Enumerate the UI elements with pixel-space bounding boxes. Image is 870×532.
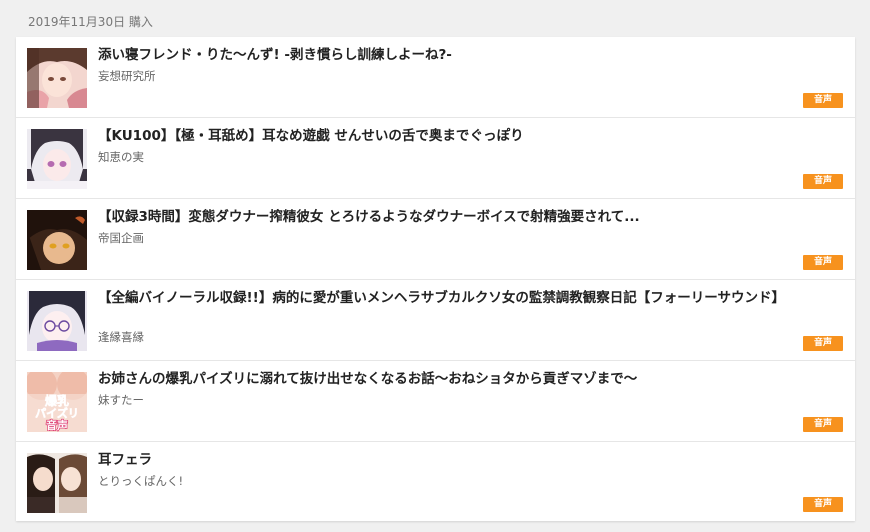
item-title[interactable]: 添い寝フレンド・りた〜んず! -剥き慣らし訓練しよーね?- bbox=[98, 46, 798, 64]
list-item[interactable]: 【全編バイノーラル収録!!】病的に愛が重いメンヘラサブカルクソ女の監禁調教観察日… bbox=[16, 280, 855, 361]
cover-text-2: パイズリ bbox=[35, 406, 79, 420]
item-circle[interactable]: 帝国企画 bbox=[98, 230, 144, 246]
list-item[interactable]: 爆乳 パイズリ 音声 お姉さんの爆乳パイズリに溺れて抜け出せなくなるお話〜おねシ… bbox=[16, 361, 855, 442]
category-badge: 音声 bbox=[803, 93, 843, 108]
list-item[interactable]: 添い寝フレンド・りた〜んず! -剥き慣らし訓練しよーね?- 妄想研究所 音声 bbox=[16, 37, 855, 118]
cover-art-icon[interactable] bbox=[27, 129, 87, 189]
category-badge: 音声 bbox=[803, 417, 843, 432]
category-badge: 音声 bbox=[803, 336, 843, 351]
list-item[interactable]: 耳フェラ とりっくぱんく! 音声 bbox=[16, 442, 855, 521]
purchase-list: 添い寝フレンド・りた〜んず! -剥き慣らし訓練しよーね?- 妄想研究所 音声 【… bbox=[16, 37, 855, 521]
cover-art-icon[interactable]: 爆乳 パイズリ 音声 bbox=[27, 372, 87, 432]
item-title[interactable]: 【全編バイノーラル収録!!】病的に愛が重いメンヘラサブカルクソ女の監禁調教観察日… bbox=[98, 289, 798, 307]
category-badge: 音声 bbox=[803, 497, 843, 512]
category-badge: 音声 bbox=[803, 255, 843, 270]
item-title[interactable]: お姉さんの爆乳パイズリに溺れて抜け出せなくなるお話〜おねショタから貢ぎマゾまで〜 bbox=[98, 370, 798, 388]
category-badge: 音声 bbox=[803, 174, 843, 189]
item-circle[interactable]: とりっくぱんく! bbox=[98, 473, 183, 489]
item-circle[interactable]: 妹すたー bbox=[98, 392, 144, 408]
cover-art-icon[interactable] bbox=[27, 291, 87, 351]
cover-art-icon[interactable] bbox=[27, 210, 87, 270]
purchase-date: 2019年11月30日 購入 bbox=[28, 15, 153, 29]
item-title[interactable]: 【KU100】【極・耳舐め】耳なめ遊戯 せんせいの舌で奥までぐっぽり bbox=[98, 127, 798, 145]
list-item[interactable]: 【収録3時間】変態ダウナー搾精彼女 とろけるようなダウナーボイスで射精強要されて… bbox=[16, 199, 855, 280]
cover-text-3: 音声 bbox=[46, 418, 68, 432]
item-circle[interactable]: 逢縁喜縁 bbox=[98, 329, 144, 345]
cover-art-icon[interactable] bbox=[27, 453, 87, 513]
item-title[interactable]: 耳フェラ bbox=[98, 451, 798, 469]
cover-text-1: 爆乳 bbox=[45, 393, 69, 408]
cover-art-icon[interactable] bbox=[27, 48, 87, 108]
item-circle[interactable]: 妄想研究所 bbox=[98, 68, 156, 84]
item-circle[interactable]: 知恵の実 bbox=[98, 149, 144, 165]
item-title[interactable]: 【収録3時間】変態ダウナー搾精彼女 とろけるようなダウナーボイスで射精強要されて… bbox=[98, 208, 798, 226]
list-item[interactable]: 【KU100】【極・耳舐め】耳なめ遊戯 せんせいの舌で奥までぐっぽり 知恵の実 … bbox=[16, 118, 855, 199]
